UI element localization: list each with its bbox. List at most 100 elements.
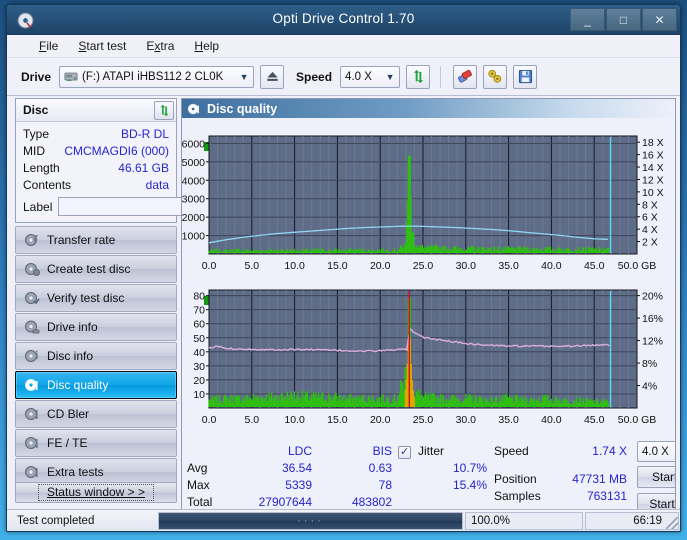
results-max-bis: 78 [378,478,392,492]
disc-quality-icon [187,103,199,114]
sidebar-item-transfer-rate[interactable]: Transfer rate [15,226,177,254]
svg-text:15.0: 15.0 [327,414,348,426]
progress-bar: ···· [158,511,463,530]
title-bar: Opti Drive Control 1.70 _ □ ✕ [7,5,680,35]
status-window-button[interactable]: Status window > > [15,482,177,503]
status-message: Test completed [17,514,95,527]
refresh-icon [413,69,423,84]
menu-file[interactable]: File [29,37,68,55]
position-result-value: 47731 MB [572,472,627,486]
svg-text:4 X: 4 X [642,224,658,236]
speed-select[interactable]: 4.0 X ▼ [340,65,401,88]
content-pane: Disc quality LDC Read speed Write speed … [181,96,680,525]
tools-button[interactable] [483,64,508,89]
svg-text:0.0: 0.0 [202,260,217,272]
close-button[interactable]: ✕ [642,8,677,31]
disc-row-contents-value: data [145,177,169,192]
svg-text:10: 10 [193,389,205,401]
chart-bottom-svg[interactable]: 80 70 60 50 40 30 20 10 20% 16% 12% 8% 4% 0.0 5.0 10.0 1… [182,286,676,438]
panel-header: Disc quality [182,99,675,118]
samples-result-label: Samples [494,489,541,503]
disc-row-mid-key: MID [23,143,45,158]
svg-text:35.0: 35.0 [498,260,519,272]
svg-text:30: 30 [193,361,205,373]
menu-bar: File Start test Extra Help [7,35,680,58]
disc-label-key: Label [23,199,53,214]
status-window-label: Status window > > [46,485,146,499]
status-bar: Test completed ···· 100.0% 66:19 [7,509,680,531]
svg-text:5000: 5000 [182,157,205,169]
disc-fete-icon [25,437,38,449]
speed-result-label: Speed [494,444,529,458]
sidebar-item-label: Drive info [47,320,98,334]
sidebar-item-cd-bler[interactable]: CD Bler [15,400,177,428]
sidebar-item-verify-test-disc[interactable]: Verify test disc [15,284,177,312]
sidebar: Disc Type BD-R DL MID CMCMAGDI6 (000) Le… [7,96,231,525]
sidebar-item-label: FE / TE [47,436,88,450]
disc-panel-title: Disc [23,103,49,117]
progress-percent: 100.0% [465,511,583,530]
svg-text:6000: 6000 [182,138,205,150]
svg-text:20.0: 20.0 [370,260,391,272]
start-full-button[interactable]: Start full [637,466,675,488]
speed-select-value: 4.0 X [345,70,372,83]
erase-button[interactable] [453,64,478,89]
samples-result-value: 763131 [586,489,627,503]
menu-extra[interactable]: Extra [136,37,184,55]
results-total-bis: 483802 [351,495,392,509]
svg-text:5.0: 5.0 [244,260,259,272]
sidebar-item-label: Transfer rate [47,233,116,247]
svg-text:4%: 4% [642,381,657,393]
menu-extra-rest: tra [160,39,175,53]
disc-row-length: Length 46.61 GB [23,159,169,176]
menu-help[interactable]: Help [184,37,229,55]
minimize-button[interactable]: _ [570,8,605,31]
disc-row-type: Type BD-R DL [23,125,169,142]
results-avg-jitter: 10.7% [452,461,487,475]
drive-select[interactable]: (F:) ATAPI iHBS112 2 CL0K ▼ [59,65,255,88]
svg-text:3000: 3000 [182,194,205,206]
svg-text:45.0: 45.0 [584,414,605,426]
eject-button[interactable] [260,64,285,89]
svg-text:1000: 1000 [182,231,205,243]
disc-row-mid: MID CMCMAGDI6 (000) [23,142,169,159]
sidebar-item-drive-info[interactable]: Drive info [15,313,177,341]
maximize-button[interactable]: □ [606,8,641,31]
sidebar-item-fe-te[interactable]: FE / TE [15,429,177,457]
disc-panel-header: Disc [16,99,176,122]
svg-text:8%: 8% [642,358,657,370]
resize-grip-icon[interactable] [666,517,678,529]
svg-text:80: 80 [193,291,205,303]
svg-text:50: 50 [193,333,205,345]
svg-text:16 X: 16 X [642,150,664,162]
drive-info-icon [25,320,40,334]
svg-text:2000: 2000 [182,212,205,224]
disc-label-row: Label [23,196,231,217]
results-max-jitter: 15.4% [452,478,487,492]
sidebar-item-disc-quality[interactable]: Disc quality [15,371,177,399]
svg-text:10.0: 10.0 [284,260,305,272]
refresh-button[interactable] [406,64,431,89]
position-result-label: Position [494,472,537,486]
svg-text:4000: 4000 [182,175,205,187]
svg-text:60: 60 [193,319,205,331]
disc-info-icon [25,350,38,362]
disc-refresh-button[interactable] [154,100,174,120]
results-total-ldc: 27907644 [258,495,312,509]
test-speed-select[interactable]: 4.0 X ▼ [637,441,675,462]
svg-text:70: 70 [193,305,205,317]
eject-icon [266,71,278,81]
results-max-ldc: 5339 [285,478,312,492]
chart-top-svg[interactable]: 6000 5000 4000 3000 2000 1000 18 X16 X14 X12 X… [182,132,676,284]
save-icon [518,69,532,84]
sidebar-item-disc-info[interactable]: Disc info [15,342,177,370]
svg-text:20.0: 20.0 [370,414,391,426]
svg-text:14 X: 14 X [642,162,664,174]
sidebar-item-label: Disc quality [47,378,109,392]
menu-start-test[interactable]: Start test [68,37,136,55]
jitter-checkbox[interactable] [398,445,411,459]
drive-icon [64,72,78,81]
svg-text:18 X: 18 X [642,137,664,149]
save-button[interactable] [513,64,538,89]
sidebar-item-create-test-disc[interactable]: Create test disc [15,255,177,283]
